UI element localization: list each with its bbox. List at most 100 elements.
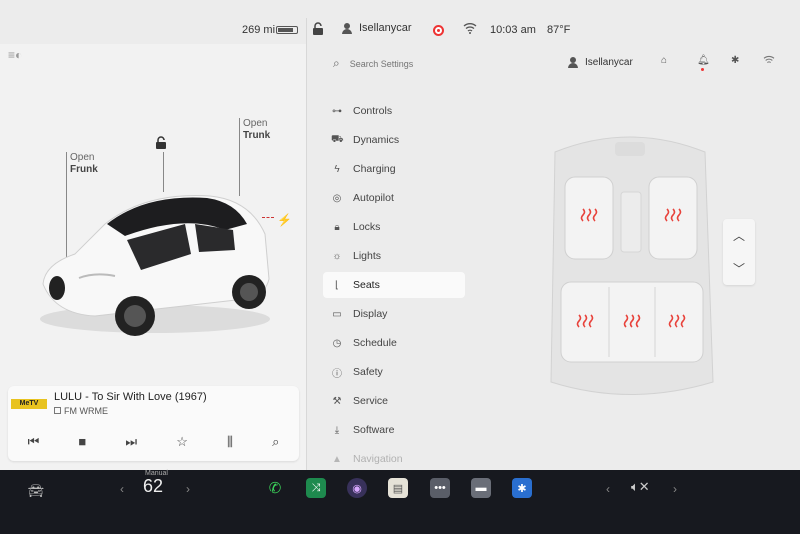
settings-item-schedule[interactable]: ◷ Schedule [323,330,465,356]
notification-dot [701,68,704,71]
seat-icon: ⌊ [335,279,339,291]
settings-item-label: Controls [353,105,393,117]
download-icon: ⤓ [334,424,340,436]
wifi-icon [463,22,477,37]
charge-port-icon[interactable]: ⚡ [277,213,292,227]
volume-increase-icon[interactable]: › [673,482,677,496]
seat-driver[interactable] [564,176,614,260]
toggle-icon: ⊶ [332,105,342,117]
user-icon [342,23,352,34]
navigation-icon: ▲ [332,453,342,465]
settings-item-service[interactable]: ⚒ Service [323,388,465,414]
center-console [620,191,642,253]
radio-source-icon [54,407,61,414]
media-controls: ⏮ ■ ⏭ ☆ ⫼ ⌕ [8,434,299,450]
settings-item-label: Charging [353,163,396,175]
range-text: 269 mi [242,24,276,36]
open-frunk-button[interactable]: Open Frunk [70,152,98,176]
settings-item-locks[interactable]: 🔒︎ Locks [323,214,465,240]
settings-user-profile[interactable]: Isellanycar [567,56,633,68]
headlight-icon[interactable]: ≡◐ [8,48,22,62]
settings-user-name: Isellanycar [585,56,633,68]
clock-icon: ◷ [332,337,342,349]
dashcam-record-icon[interactable] [433,25,444,36]
battery-icon [276,26,298,34]
scroll-buttons: ︿ ﹀ [723,219,755,285]
search-media-icon[interactable]: ⌕ [272,434,279,450]
search-input[interactable] [349,58,470,69]
settings-item-safety[interactable]: ⓘ Safety [323,359,465,385]
favorite-star-icon[interactable]: ☆ [176,434,188,450]
climate-decrease-icon[interactable]: ‹ [120,482,124,496]
unlock-icon[interactable] [155,136,167,153]
steering-wheel-icon: ◎ [332,192,342,204]
frunk-action-label: Open [70,152,95,163]
chevron-down-icon[interactable]: ﹀ [733,260,745,277]
car-icon[interactable]: 🚘︎ [26,481,46,501]
stop-icon[interactable]: ■ [78,434,86,450]
chevron-up-icon[interactable]: ︿ [733,227,745,244]
wrench-icon: ⚒ [332,395,342,407]
bolt-icon: ϟ [334,163,340,175]
phone-icon[interactable]: ✆ [265,478,285,498]
bluetooth-app-icon[interactable]: ✱ [512,478,532,498]
station-text: FM WRME [64,406,108,416]
volume-decrease-icon[interactable]: ‹ [606,482,610,496]
settings-item-label: Safety [353,366,383,378]
bell-icon[interactable]: 🔔︎ [697,55,710,66]
climate-increase-icon[interactable]: › [186,482,190,496]
settings-item-label: Service [353,395,389,407]
shuffle-app-icon[interactable]: ⤨ [306,478,326,498]
settings-item-label: Navigation [353,453,403,465]
settings-item-seats[interactable]: ⌊ Seats [323,272,465,298]
user-icon [568,57,578,68]
equalizer-icon[interactable]: ⫼ [227,434,233,450]
settings-item-controls[interactable]: ⊶ Controls [323,98,465,124]
trunk-name-label: Trunk [243,130,271,141]
car-model-image [40,195,270,336]
status-user[interactable]: Isellanycar [341,22,412,34]
settings-item-navigation[interactable]: ▲ Navigation [323,446,465,470]
settings-item-lights[interactable]: ☼ Lights [323,243,465,269]
trunk-action-label: Open [243,118,268,129]
outside-temperature: 87°F [547,24,571,36]
climate-temperature[interactable]: 62 [143,476,163,497]
mute-icon[interactable]: 🔈︎✕ [631,479,650,495]
settings-panel: ⌕ Isellanycar ⌂ 🔔︎ ✱ ⊶ Controls ⛟ Dynamics ϟ… [307,44,800,470]
settings-item-autopilot[interactable]: ◎ Autopilot [323,185,465,211]
car-panel: ≡◐ Open Frunk Open Trunk ⚡ MeTV LULU - T… [0,44,306,470]
sun-icon: ☼ [332,250,342,262]
settings-item-display[interactable]: ▭ Display [323,301,465,327]
status-user-name: Isellanycar [359,22,412,34]
home-icon[interactable]: ⌂ [661,55,667,66]
settings-item-label: Dynamics [353,134,400,146]
camera-icon[interactable]: ◉ [347,478,367,498]
toybox-icon[interactable]: ▬ [471,478,491,498]
lock-icon: 🔒︎ [334,221,340,233]
previous-track-icon[interactable]: ⏮ [28,434,40,450]
next-track-icon[interactable]: ⏭ [125,434,137,450]
media-player[interactable]: MeTV LULU - To Sir With Love (1967) FM W… [8,386,299,461]
seat-passenger[interactable] [648,176,698,260]
settings-item-software[interactable]: ⤓ Software [323,417,465,443]
more-apps-icon[interactable]: ••• [430,478,450,498]
settings-item-charging[interactable]: ϟ Charging [323,156,465,182]
info-icon: ⓘ [332,368,342,380]
settings-menu: ⊶ Controls ⛟ Dynamics ϟ Charging ◎ Autopilot 🔒︎ L… [323,98,465,470]
settings-item-label: Software [353,424,395,436]
song-title: LULU - To Sir With Love (1967) [54,391,207,403]
notes-icon[interactable]: ▤ [388,478,408,498]
settings-item-dynamics[interactable]: ⛟ Dynamics [323,127,465,153]
clock-text: 10:03 am [490,24,536,36]
display-icon: ▭ [332,308,342,320]
settings-search[interactable]: ⌕ [333,56,470,71]
wifi-icon[interactable] [763,55,775,68]
lock-icon[interactable] [312,22,324,39]
car-icon: ⛟ [331,133,344,145]
bluetooth-icon[interactable]: ✱ [731,55,739,66]
search-icon: ⌕ [333,56,340,70]
settings-item-label: Display [353,308,388,320]
settings-item-label: Schedule [353,337,397,349]
open-trunk-button[interactable]: Open Trunk [243,118,270,142]
taskbar: 🚘︎ ‹ Manual 62 › ✆ ⤨ ◉ ▤ ••• ▬ ✱ ‹ 🔈︎✕ › [0,470,800,534]
